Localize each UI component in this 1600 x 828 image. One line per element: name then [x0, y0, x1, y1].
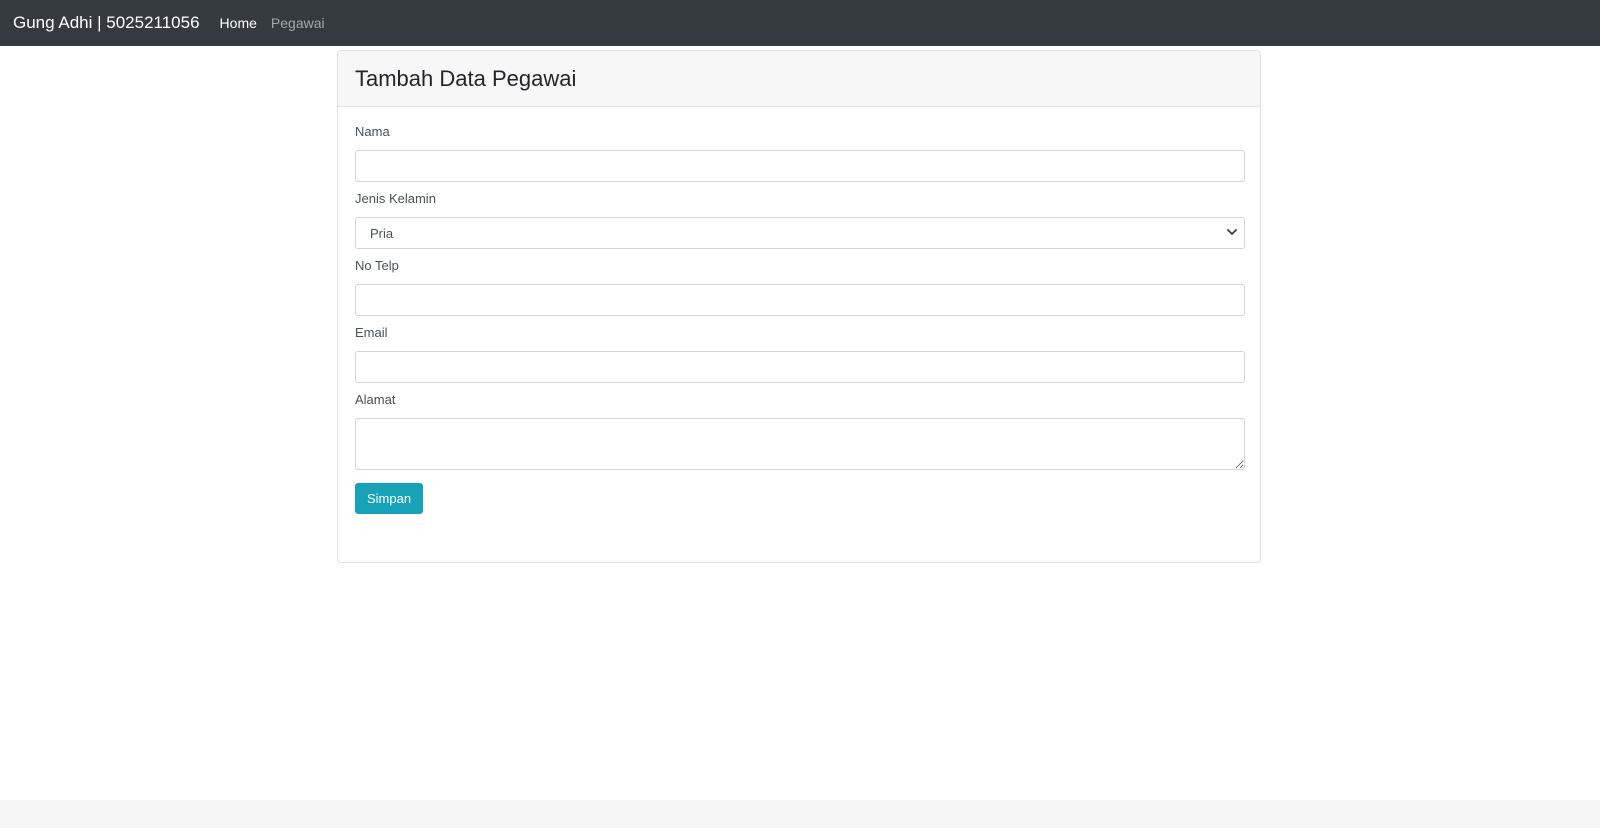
chevron-down-icon	[1227, 229, 1237, 235]
card-header: Tambah Data Pegawai	[338, 51, 1260, 107]
alamat-textarea[interactable]	[355, 418, 1245, 470]
no-telp-input[interactable]	[355, 284, 1245, 316]
footer-bar	[0, 800, 1600, 828]
card-body: Nama Jenis Kelamin Pria No Telp Email Al…	[338, 107, 1260, 514]
alamat-label: Alamat	[355, 392, 396, 407]
jenis-kelamin-label: Jenis Kelamin	[355, 191, 436, 206]
email-input[interactable]	[355, 351, 1245, 383]
nav-link-pegawai[interactable]: Pegawai	[271, 15, 325, 31]
top-navbar: Gung Adhi | 5025211056 Home Pegawai	[0, 0, 1600, 46]
email-label: Email	[355, 325, 388, 340]
nama-input[interactable]	[355, 150, 1245, 182]
nav-link-home[interactable]: Home	[220, 15, 257, 31]
form-group-no-telp: No Telp	[355, 257, 1245, 316]
jenis-kelamin-selected-value: Pria	[370, 226, 394, 241]
add-employee-card: Tambah Data Pegawai Nama Jenis Kelamin P…	[337, 50, 1261, 563]
form-group-alamat: Alamat	[355, 391, 1245, 470]
nav-links: Home Pegawai	[220, 15, 339, 31]
simpan-button[interactable]: Simpan	[355, 483, 424, 514]
nama-label: Nama	[355, 124, 390, 139]
form-group-jenis-kelamin: Jenis Kelamin Pria	[355, 190, 1245, 249]
employee-form: Nama Jenis Kelamin Pria No Telp Email Al…	[355, 123, 1245, 514]
no-telp-label: No Telp	[355, 258, 399, 273]
form-group-email: Email	[355, 324, 1245, 383]
form-group-nama: Nama	[355, 123, 1245, 182]
page-title: Tambah Data Pegawai	[355, 65, 577, 91]
jenis-kelamin-select[interactable]: Pria	[355, 217, 1245, 249]
navbar-brand[interactable]: Gung Adhi | 5025211056	[13, 13, 200, 33]
